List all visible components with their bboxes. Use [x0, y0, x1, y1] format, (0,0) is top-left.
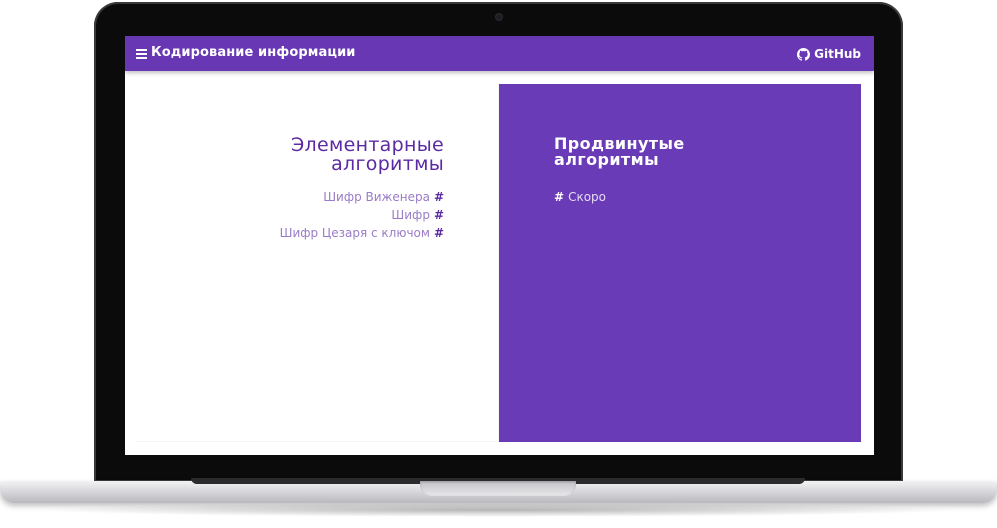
main-content: Элементарные алгоритмы Шифр Виженера # Ши… [136, 84, 861, 442]
laptop-shadow [40, 503, 957, 517]
anchor-hash-icon: # [554, 190, 565, 204]
app-header: Кодирование информации GitHub [125, 36, 874, 71]
anchor-hash-icon: # [433, 190, 444, 204]
anchor-hash-icon: # [433, 226, 444, 240]
anchor-hash-icon: # [433, 208, 444, 222]
algorithm-link-label: Шифр [391, 208, 430, 222]
basic-algorithms-title-line2: алгоритмы [331, 153, 444, 175]
browser-viewport: Кодирование информации GitHub Элементарн… [125, 36, 874, 455]
laptop-notch [420, 481, 576, 496]
algorithm-link-vigenere[interactable]: Шифр Виженера # [184, 188, 444, 206]
algorithm-link-caesar-key[interactable]: Шифр Цезаря с ключом # [184, 224, 444, 242]
algorithm-link-label: Шифр Цезаря с ключом [279, 226, 430, 240]
github-icon [797, 47, 811, 61]
algorithm-link-coming-soon[interactable]: # Скоро [554, 188, 606, 206]
algorithm-link-label: Шифр Виженера [323, 190, 430, 204]
advanced-algorithms-list: # Скоро [554, 188, 606, 206]
algorithm-link-label: Скоро [568, 190, 606, 204]
hamburger-menu-icon[interactable] [136, 49, 147, 59]
advanced-algorithms-title: Продвинутые алгоритмы [554, 136, 794, 168]
app-title: Кодирование информации [151, 45, 356, 60]
algorithm-link-cipher[interactable]: Шифр # [184, 206, 444, 224]
github-label: GitHub [814, 47, 861, 61]
github-link[interactable]: GitHub [797, 45, 861, 63]
basic-algorithms-title: Элементарные алгоритмы [204, 136, 444, 174]
basic-algorithms-list: Шифр Виженера # Шифр # Шифр Цезаря с ключо… [184, 188, 444, 242]
basic-algorithms-panel: Элементарные алгоритмы Шифр Виженера # Ши… [136, 84, 498, 441]
advanced-algorithms-panel: Продвинутые алгоритмы # Скоро [499, 84, 861, 442]
camera-icon [495, 14, 502, 20]
advanced-algorithms-title-line2: алгоритмы [554, 150, 659, 169]
